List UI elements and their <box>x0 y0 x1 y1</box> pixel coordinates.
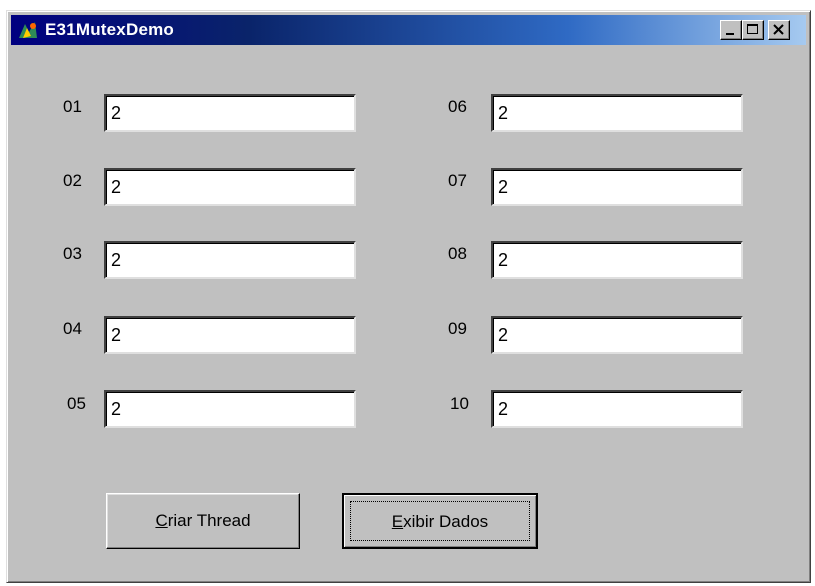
minimize-button[interactable] <box>720 20 742 40</box>
field-label-04: 04 <box>63 319 82 338</box>
maximize-icon <box>747 24 758 34</box>
create-thread-accel: C <box>155 511 168 530</box>
window-title: E31MutexDemo <box>45 20 174 39</box>
field-01-input[interactable]: 2 <box>104 94 356 132</box>
field-03-input[interactable]: 2 <box>104 241 356 279</box>
field-06-input[interactable]: 2 <box>491 94 743 132</box>
show-data-accel: E <box>391 512 404 531</box>
field-09-input[interactable]: 2 <box>491 316 743 354</box>
field-label-01: 01 <box>63 97 82 116</box>
create-thread-label: riar Thread <box>167 511 251 530</box>
field-label-10: 10 <box>450 394 469 413</box>
field-label-02: 02 <box>63 171 82 190</box>
field-label-08: 08 <box>448 244 467 263</box>
field-07-input[interactable]: 2 <box>491 168 743 206</box>
field-label-06: 06 <box>448 97 467 116</box>
minimize-icon <box>726 33 734 35</box>
field-02-input[interactable]: 2 <box>104 168 356 206</box>
app-icon[interactable] <box>17 20 39 40</box>
field-05-input[interactable]: 2 <box>104 390 356 428</box>
create-thread-button[interactable]: Criar Thread <box>106 493 300 549</box>
field-label-09: 09 <box>448 319 467 338</box>
field-04-input[interactable]: 2 <box>104 316 356 354</box>
show-data-button[interactable]: Exibir Dados <box>342 493 538 549</box>
close-icon <box>773 24 784 35</box>
maximize-button[interactable] <box>742 20 764 40</box>
field-10-input[interactable]: 2 <box>491 390 743 428</box>
field-08-input[interactable]: 2 <box>491 241 743 279</box>
field-label-07: 07 <box>448 171 467 190</box>
title-bar[interactable]: E31MutexDemo <box>11 15 806 45</box>
show-data-label: xibir Dados <box>403 512 489 531</box>
main-window: E31MutexDemo 01 2 02 2 03 2 04 2 05 2 06… <box>6 10 811 583</box>
field-label-05: 05 <box>67 394 86 413</box>
close-button[interactable] <box>768 20 790 40</box>
field-label-03: 03 <box>63 244 82 263</box>
